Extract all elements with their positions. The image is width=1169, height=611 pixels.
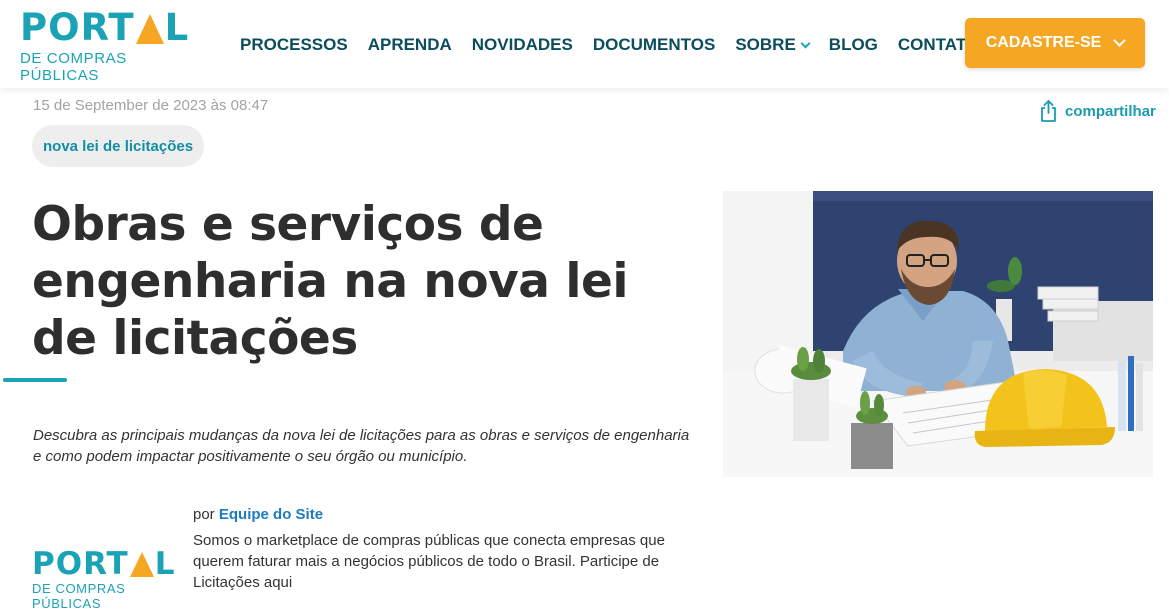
byline-prefix: por	[193, 506, 215, 523]
hero-image	[723, 191, 1153, 477]
nav-item-blog[interactable]: BLOG	[829, 35, 878, 55]
author-bio: Somos o marketplace de compras públicas …	[193, 532, 665, 591]
author-avatar-logo: PORT L DE COMPRAS PÚBLICAS	[32, 548, 182, 611]
article-lede: Descubra as principais mudanças da nova …	[33, 427, 690, 465]
chevron-down-icon	[1113, 34, 1127, 47]
share-icon	[1041, 100, 1056, 122]
logo-triangle-icon	[129, 552, 154, 577]
author-byline: por Equipe do Site	[193, 506, 323, 523]
logo-triangle-icon	[135, 14, 164, 44]
article-title: Obras e serviços de engenharia na nova l…	[32, 197, 628, 366]
site-header: PORT L DE COMPRAS PÚBLICAS PROCESSOS APRE…	[0, 0, 1169, 88]
title-accent-divider	[3, 378, 67, 382]
chevron-down-icon	[800, 38, 811, 48]
portal-logo[interactable]: PORT L DE COMPRAS PÚBLICAS	[20, 6, 210, 85]
nav-item-sobre[interactable]: SOBRE	[735, 35, 811, 55]
signup-button[interactable]: CADASTRE-SE	[965, 18, 1145, 68]
logo-subtitle: DE COMPRAS PÚBLICAS	[20, 50, 127, 84]
logo-wordmark: PORT L	[32, 546, 176, 582]
share-button[interactable]: compartilhar	[1040, 100, 1156, 122]
nav-item-novidades[interactable]: NOVIDADES	[472, 35, 573, 55]
nav-item-processos[interactable]: PROCESSOS	[240, 35, 348, 55]
logo-subtitle: DE COMPRAS PÚBLICAS	[32, 581, 126, 611]
nav-item-aprenda[interactable]: APRENDA	[368, 35, 452, 55]
category-tag[interactable]: nova lei de licitações	[32, 125, 205, 167]
share-label: compartilhar	[1065, 102, 1156, 120]
engineer-illustration	[723, 191, 1153, 477]
main-nav: PROCESSOS APRENDA NOVIDADES DOCUMENTOS S…	[240, 35, 1012, 55]
article-date: 15 de September de 2023 às 08:47	[33, 97, 269, 114]
logo-wordmark: PORT L	[20, 6, 190, 49]
nav-item-documentos[interactable]: DOCUMENTOS	[593, 35, 715, 55]
author-name-link[interactable]: Equipe do Site	[219, 506, 323, 523]
